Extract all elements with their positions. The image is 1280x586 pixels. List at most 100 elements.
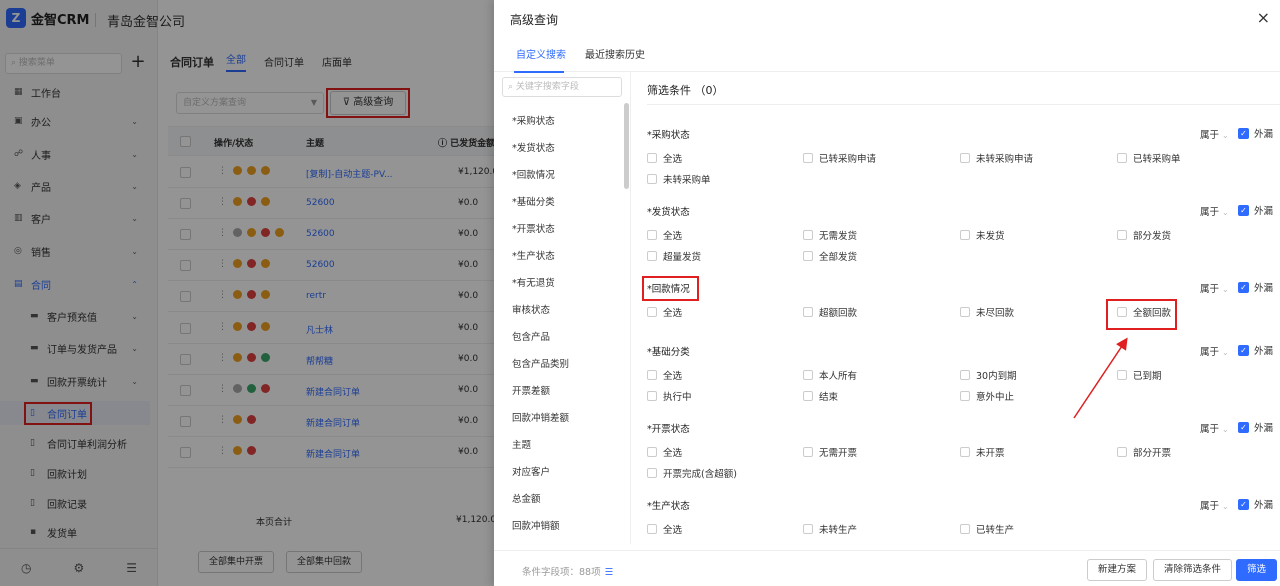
- checkbox[interactable]: [1117, 447, 1127, 457]
- tab-custom-search[interactable]: 自定义搜索: [516, 46, 566, 61]
- filter-option[interactable]: 全选: [647, 305, 682, 319]
- filter-option[interactable]: 开票完成(含超额): [647, 466, 737, 480]
- filter-option[interactable]: 意外中止: [960, 389, 1014, 403]
- relation-select[interactable]: 属于 ⌄: [1200, 127, 1229, 141]
- filter-option[interactable]: 全选: [647, 368, 682, 382]
- checkbox[interactable]: [960, 307, 970, 317]
- field-list-item[interactable]: *生产状态: [512, 248, 555, 262]
- filter-option[interactable]: 30内到期: [960, 368, 1017, 382]
- field-list-item[interactable]: 包含产品: [512, 329, 550, 343]
- field-list-item[interactable]: 包含产品类别: [512, 356, 569, 370]
- checkbox[interactable]: [647, 524, 657, 534]
- checkbox-checked-icon[interactable]: ✓: [1238, 344, 1249, 356]
- modal-overlay[interactable]: [0, 0, 494, 586]
- outer-toggle[interactable]: ✓ 外漏: [1238, 420, 1273, 434]
- checkbox-checked-icon[interactable]: ✓: [1238, 281, 1249, 293]
- filter-option[interactable]: 执行中: [647, 389, 692, 403]
- field-list-item[interactable]: 对应客户: [512, 464, 550, 478]
- field-list-item[interactable]: *有无退货: [512, 275, 555, 289]
- field-list-item[interactable]: 开票差额: [512, 383, 550, 397]
- relation-select[interactable]: 属于 ⌄: [1200, 204, 1229, 218]
- filter-option[interactable]: 无需开票: [803, 445, 857, 459]
- field-list-item[interactable]: *回款情况: [512, 167, 555, 181]
- checkbox[interactable]: [647, 307, 657, 317]
- checkbox[interactable]: [803, 230, 813, 240]
- field-list-item[interactable]: 审核状态: [512, 302, 550, 316]
- field-list-item[interactable]: *基础分类: [512, 194, 555, 208]
- checkbox[interactable]: [647, 174, 657, 184]
- checkbox[interactable]: [803, 370, 813, 380]
- checkbox[interactable]: [647, 447, 657, 457]
- field-list-item[interactable]: *开票状态: [512, 221, 555, 235]
- relation-select[interactable]: 属于 ⌄: [1200, 498, 1229, 512]
- filter-option[interactable]: 未转生产: [803, 522, 857, 536]
- field-search-input[interactable]: ⌕ 关键字搜索字段: [502, 77, 622, 97]
- field-list-item[interactable]: *发货状态: [512, 140, 555, 154]
- outer-toggle[interactable]: ✓ 外漏: [1238, 126, 1273, 140]
- filter-option[interactable]: 本人所有: [803, 368, 857, 382]
- checkbox[interactable]: [647, 370, 657, 380]
- filter-option[interactable]: 未开票: [960, 445, 1005, 459]
- relation-select[interactable]: 属于 ⌄: [1200, 421, 1229, 435]
- filter-option[interactable]: 部分发货: [1117, 228, 1171, 242]
- checkbox[interactable]: [647, 153, 657, 163]
- checkbox-checked-icon[interactable]: ✓: [1238, 204, 1249, 216]
- filter-option[interactable]: 全选: [647, 151, 682, 165]
- field-list-item[interactable]: 回款冲销额: [512, 518, 560, 532]
- filter-option[interactable]: 未尽回款: [960, 305, 1014, 319]
- filter-option[interactable]: 无需发货: [803, 228, 857, 242]
- field-list-item[interactable]: 总金额: [512, 491, 541, 505]
- checkbox[interactable]: [960, 230, 970, 240]
- filter-option[interactable]: 全选: [647, 445, 682, 459]
- field-list-item[interactable]: *采购状态: [512, 113, 555, 127]
- filter-option[interactable]: 超量发货: [647, 249, 701, 263]
- tab-search-history[interactable]: 最近搜索历史: [585, 46, 645, 61]
- field-list-item[interactable]: 回款冲销差额: [512, 410, 569, 424]
- outer-toggle[interactable]: ✓ 外漏: [1238, 343, 1273, 357]
- checkbox[interactable]: [1117, 153, 1127, 163]
- checkbox-checked-icon[interactable]: ✓: [1238, 127, 1249, 139]
- checkbox[interactable]: [803, 153, 813, 163]
- checkbox[interactable]: [803, 251, 813, 261]
- checkbox-checked-icon[interactable]: ✓: [1238, 421, 1249, 433]
- checkbox[interactable]: [960, 391, 970, 401]
- field-list-scrollbar[interactable]: [624, 103, 629, 189]
- checkbox[interactable]: [1117, 370, 1127, 380]
- list-settings-icon[interactable]: ☰: [605, 567, 614, 578]
- checkbox[interactable]: [647, 391, 657, 401]
- filter-option[interactable]: 未发货: [960, 228, 1005, 242]
- checkbox[interactable]: [647, 468, 657, 478]
- relation-select[interactable]: 属于 ⌄: [1200, 281, 1229, 295]
- checkbox[interactable]: [803, 447, 813, 457]
- relation-select[interactable]: 属于 ⌄: [1200, 344, 1229, 358]
- filter-option[interactable]: 全部发货: [803, 249, 857, 263]
- checkbox[interactable]: [647, 251, 657, 261]
- checkbox[interactable]: [803, 524, 813, 534]
- filter-option[interactable]: 已转采购申请: [803, 151, 876, 165]
- clear-filters-button[interactable]: 清除筛选条件: [1153, 559, 1233, 581]
- close-icon[interactable]: ×: [1257, 8, 1270, 27]
- checkbox[interactable]: [960, 370, 970, 380]
- filter-option[interactable]: 部分开票: [1117, 445, 1171, 459]
- filter-option[interactable]: 已转采购单: [1117, 151, 1181, 165]
- filter-button[interactable]: 筛选: [1236, 559, 1278, 581]
- checkbox-checked-icon[interactable]: ✓: [1238, 498, 1249, 510]
- checkbox[interactable]: [803, 391, 813, 401]
- outer-toggle[interactable]: ✓ 外漏: [1238, 497, 1273, 511]
- checkbox[interactable]: [803, 307, 813, 317]
- checkbox[interactable]: [960, 153, 970, 163]
- filter-option[interactable]: 超额回款: [803, 305, 857, 319]
- outer-toggle[interactable]: ✓ 外漏: [1238, 203, 1273, 217]
- checkbox[interactable]: [960, 447, 970, 457]
- filter-option[interactable]: 未转采购单: [647, 172, 711, 186]
- filter-option[interactable]: 结束: [803, 389, 838, 403]
- filter-option[interactable]: 全选: [647, 522, 682, 536]
- checkbox[interactable]: [647, 230, 657, 240]
- new-scheme-button[interactable]: 新建方案: [1087, 559, 1148, 581]
- field-list-item[interactable]: 主题: [512, 437, 531, 451]
- checkbox[interactable]: [960, 524, 970, 534]
- filter-option[interactable]: 未转采购申请: [960, 151, 1033, 165]
- filter-option[interactable]: 已到期: [1117, 368, 1162, 382]
- outer-toggle[interactable]: ✓ 外漏: [1238, 280, 1273, 294]
- filter-option[interactable]: 全选: [647, 228, 682, 242]
